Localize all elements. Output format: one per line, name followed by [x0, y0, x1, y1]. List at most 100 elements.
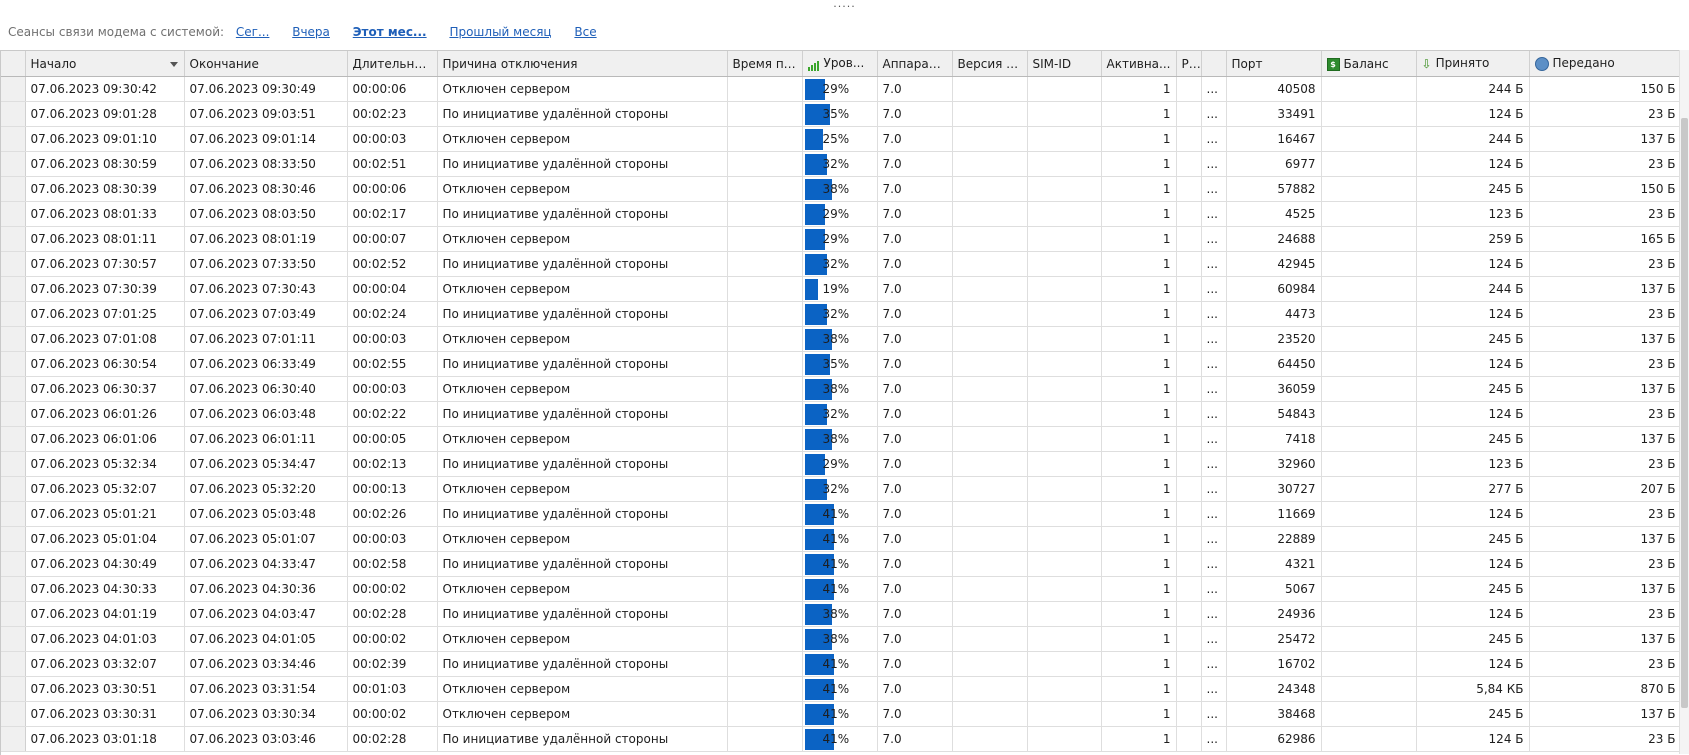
filter-link-all[interactable]: Все [574, 25, 596, 39]
table-row[interactable]: 07.06.2023 08:30:39 07.06.2023 08:30:46 00… [1, 176, 1682, 202]
filter-link-last-month[interactable]: Прошлый месяц [449, 25, 551, 39]
row-indicator[interactable] [1, 576, 26, 602]
cell-hardware: 7.0 [877, 651, 953, 677]
table-row[interactable]: 07.06.2023 09:30:42 07.06.2023 09:30:49 00… [1, 76, 1682, 102]
cell-active: 1 [1101, 551, 1177, 577]
table-row[interactable]: 07.06.2023 07:30:57 07.06.2023 07:33:50 00… [1, 251, 1682, 277]
cell-pin-empty [1176, 251, 1202, 277]
filter-link-this-month[interactable]: Этот мес... [353, 25, 427, 39]
cell-time [727, 701, 803, 727]
row-indicator[interactable] [1, 101, 26, 127]
signal-level-value: 29% [822, 82, 850, 96]
cell-received: 124 Б [1416, 151, 1530, 177]
cell-sim-id [1027, 376, 1102, 402]
table-row[interactable]: 07.06.2023 06:01:26 07.06.2023 06:03:48 00… [1, 401, 1682, 427]
row-indicator[interactable] [1, 76, 26, 102]
row-indicator[interactable] [1, 351, 26, 377]
table-row[interactable]: 07.06.2023 06:30:37 07.06.2023 06:30:40 00… [1, 376, 1682, 402]
row-indicator[interactable] [1, 176, 26, 202]
table-row[interactable]: 07.06.2023 06:30:54 07.06.2023 06:33:49 00… [1, 351, 1682, 377]
cell-time [727, 626, 803, 652]
table-row[interactable]: 07.06.2023 05:01:21 07.06.2023 05:03:48 00… [1, 501, 1682, 527]
table-row[interactable]: 07.06.2023 03:01:18 07.06.2023 03:03:46 00… [1, 726, 1682, 752]
row-indicator[interactable] [1, 376, 26, 402]
col-header-pin[interactable]: PIN [1176, 51, 1202, 77]
col-header-time[interactable]: Время по... [727, 51, 803, 77]
table-row[interactable]: 07.06.2023 04:30:49 07.06.2023 04:33:47 00… [1, 551, 1682, 577]
cell-version [952, 726, 1028, 752]
cell-sim-id [1027, 501, 1102, 527]
col-header-port[interactable]: Порт [1226, 51, 1322, 77]
table-row[interactable]: 07.06.2023 04:01:19 07.06.2023 04:03:47 00… [1, 601, 1682, 627]
cell-received: 245 Б [1416, 426, 1530, 452]
cell-time [727, 201, 803, 227]
row-indicator[interactable] [1, 651, 26, 677]
scrollbar-thumb[interactable] [1681, 118, 1688, 708]
table-row[interactable]: 07.06.2023 04:01:03 07.06.2023 04:01:05 00… [1, 626, 1682, 652]
col-header-extra[interactable] [1201, 51, 1227, 77]
table-row[interactable]: 07.06.2023 04:30:33 07.06.2023 04:30:36 00… [1, 576, 1682, 602]
filter-link-today[interactable]: Сег... [236, 25, 270, 39]
row-indicator[interactable] [1, 151, 26, 177]
table-row[interactable]: 07.06.2023 07:01:08 07.06.2023 07:01:11 00… [1, 326, 1682, 352]
col-header-start[interactable]: Начало [25, 51, 185, 77]
cell-received: 259 Б [1416, 226, 1530, 252]
row-indicator[interactable] [1, 526, 26, 552]
cell-balance [1321, 476, 1417, 502]
table-row[interactable]: 07.06.2023 05:32:07 07.06.2023 05:32:20 00… [1, 476, 1682, 502]
cell-received: 245 Б [1416, 376, 1530, 402]
col-header-balance[interactable]: $ Баланс [1321, 51, 1417, 77]
row-indicator[interactable] [1, 501, 26, 527]
cell-port: 24688 [1226, 226, 1322, 252]
row-indicator[interactable] [1, 676, 26, 702]
row-indicator[interactable] [1, 726, 26, 752]
row-indicator[interactable] [1, 326, 26, 352]
row-indicator[interactable] [1, 251, 26, 277]
col-header-duration[interactable]: Длительно... [347, 51, 438, 77]
row-indicator[interactable] [1, 701, 26, 727]
table-row[interactable]: 07.06.2023 08:01:33 07.06.2023 08:03:50 00… [1, 201, 1682, 227]
table-row[interactable]: 07.06.2023 03:32:07 07.06.2023 03:34:46 00… [1, 651, 1682, 677]
vertical-scrollbar[interactable] [1679, 50, 1689, 754]
col-header-received[interactable]: ⇩ Принято [1416, 51, 1530, 77]
row-indicator-header [1, 51, 26, 77]
row-indicator[interactable] [1, 301, 26, 327]
cell-hardware: 7.0 [877, 376, 953, 402]
cell-duration: 00:02:28 [347, 601, 438, 627]
table-row[interactable]: 07.06.2023 09:01:10 07.06.2023 09:01:14 00… [1, 126, 1682, 152]
table-row[interactable]: 07.06.2023 08:30:59 07.06.2023 08:33:50 00… [1, 151, 1682, 177]
col-header-level[interactable]: Уров... [802, 51, 878, 77]
cell-active: 1 [1101, 176, 1177, 202]
filter-link-yesterday[interactable]: Вчера [292, 25, 330, 39]
table-row[interactable]: 07.06.2023 09:01:28 07.06.2023 09:03:51 00… [1, 101, 1682, 127]
row-indicator[interactable] [1, 426, 26, 452]
row-indicator[interactable] [1, 226, 26, 252]
row-indicator[interactable] [1, 401, 26, 427]
table-row[interactable]: 07.06.2023 07:01:25 07.06.2023 07:03:49 00… [1, 301, 1682, 327]
col-header-reason[interactable]: Причина отключения [437, 51, 728, 77]
col-header-sent[interactable]: Передано [1529, 51, 1682, 77]
resize-grip[interactable]: ..... [0, 0, 1689, 14]
row-indicator[interactable] [1, 201, 26, 227]
row-indicator[interactable] [1, 276, 26, 302]
row-indicator[interactable] [1, 126, 26, 152]
table-row[interactable]: 07.06.2023 05:32:34 07.06.2023 05:34:47 00… [1, 451, 1682, 477]
table-row[interactable]: 07.06.2023 08:01:11 07.06.2023 08:01:19 00… [1, 226, 1682, 252]
cell-pin-empty [1176, 151, 1202, 177]
table-row[interactable]: 07.06.2023 07:30:39 07.06.2023 07:30:43 00… [1, 276, 1682, 302]
row-indicator[interactable] [1, 551, 26, 577]
table-row[interactable]: 07.06.2023 06:01:06 07.06.2023 06:01:11 00… [1, 426, 1682, 452]
col-header-end[interactable]: Окончание [184, 51, 348, 77]
col-header-active[interactable]: Активна... [1101, 51, 1177, 77]
table-row[interactable]: 07.06.2023 03:30:51 07.06.2023 03:31:54 00… [1, 676, 1682, 702]
col-header-sim-id[interactable]: SIM-ID [1027, 51, 1102, 77]
row-indicator[interactable] [1, 451, 26, 477]
col-header-version[interactable]: Версия п... [952, 51, 1028, 77]
cell-reason: Отключен сервером [437, 276, 728, 302]
col-header-hardware[interactable]: Аппарат... [877, 51, 953, 77]
table-row[interactable]: 07.06.2023 05:01:04 07.06.2023 05:01:07 00… [1, 526, 1682, 552]
row-indicator[interactable] [1, 601, 26, 627]
row-indicator[interactable] [1, 476, 26, 502]
table-row[interactable]: 07.06.2023 03:30:31 07.06.2023 03:30:34 00… [1, 701, 1682, 727]
row-indicator[interactable] [1, 626, 26, 652]
